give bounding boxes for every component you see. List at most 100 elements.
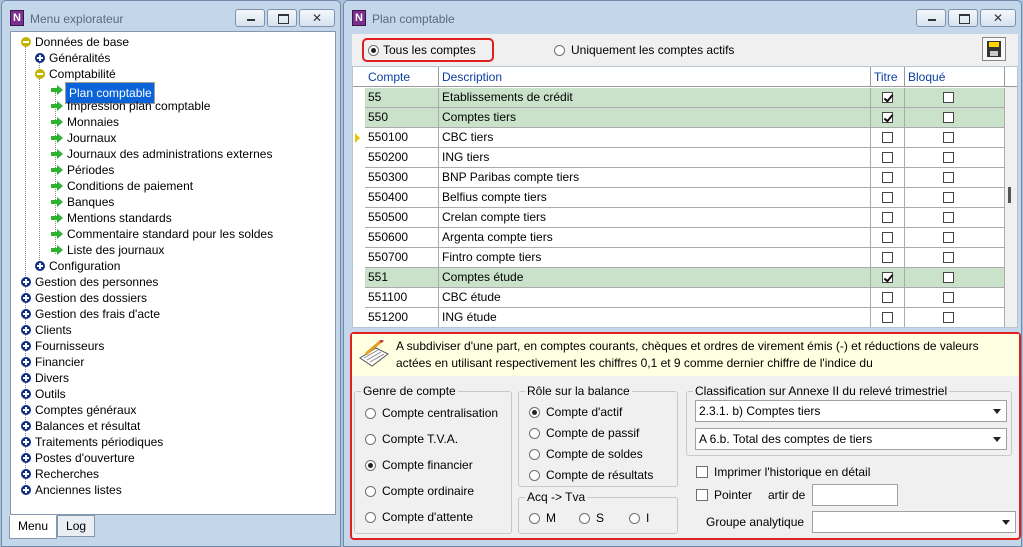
tree-item[interactable]: Comptabilité — [11, 66, 331, 82]
role-option[interactable]: Compte d'actif — [529, 404, 622, 420]
genre-option[interactable]: Compte T.V.A. — [365, 431, 458, 447]
table-row[interactable]: 550100 CBC tiers — [353, 128, 1005, 148]
col-titre-header[interactable]: Titre — [871, 67, 905, 87]
titre-checkbox[interactable] — [882, 312, 893, 323]
tree-item[interactable]: Financier — [11, 354, 331, 370]
plan-comptable-titlebar[interactable]: N Plan comptable ✕ — [344, 1, 1021, 35]
expand-icon[interactable] — [21, 469, 31, 479]
expand-icon[interactable] — [21, 373, 31, 383]
collapse-icon[interactable] — [21, 37, 31, 47]
tree-item[interactable]: Journaux des administrations externes — [11, 146, 331, 162]
tab-log[interactable]: Log — [57, 515, 96, 537]
expand-icon[interactable] — [21, 341, 31, 351]
tree-item[interactable]: Gestion des dossiers — [11, 290, 331, 306]
collapse-icon[interactable] — [35, 69, 45, 79]
genre-option[interactable]: Compte financier — [365, 457, 473, 473]
titre-checkbox[interactable] — [882, 172, 893, 183]
bloque-checkbox[interactable] — [943, 152, 954, 163]
pointer-date-input[interactable] — [812, 484, 898, 506]
titre-checkbox[interactable] — [882, 232, 893, 243]
bloque-checkbox[interactable] — [943, 92, 954, 103]
tree-item[interactable]: Monnaies — [11, 114, 331, 130]
tree-item[interactable]: Configuration — [11, 258, 331, 274]
tree-item[interactable]: Fournisseurs — [11, 338, 331, 354]
menu-explorer-titlebar[interactable]: N Menu explorateur ✕ — [2, 1, 340, 35]
filter-active-radio[interactable]: Uniquement les comptes actifs — [554, 42, 734, 58]
expand-icon[interactable] — [35, 261, 45, 271]
bloque-checkbox[interactable] — [943, 112, 954, 123]
acq-tva-option[interactable]: S — [579, 510, 604, 526]
role-option[interactable]: Compte de soldes — [529, 446, 643, 462]
tree-item[interactable]: Généralités — [11, 50, 331, 66]
titre-checkbox[interactable] — [882, 212, 893, 223]
minimize-icon[interactable] — [235, 9, 265, 27]
bloque-checkbox[interactable] — [943, 312, 954, 323]
pointer-checkbox[interactable] — [696, 489, 708, 501]
classification-select-2[interactable]: A 6.b. Total des comptes de tiers — [695, 428, 1007, 450]
titre-checkbox[interactable] — [882, 132, 893, 143]
save-icon[interactable] — [982, 37, 1006, 61]
chevron-down-icon[interactable] — [989, 401, 1006, 421]
tree-item[interactable]: Périodes — [11, 162, 331, 178]
tree-item[interactable]: Outils — [11, 386, 331, 402]
col-description-header[interactable]: Description — [439, 67, 871, 87]
scroll-thumb[interactable] — [1008, 187, 1011, 203]
tree-item[interactable]: Balances et résultat — [11, 418, 331, 434]
titre-checkbox[interactable] — [882, 92, 893, 103]
maximize-icon[interactable] — [948, 9, 978, 27]
expand-icon[interactable] — [21, 389, 31, 399]
tree-item[interactable]: Liste des journaux — [11, 242, 331, 258]
tree-item[interactable]: Données de base — [11, 34, 331, 50]
tree-item[interactable]: Conditions de paiement — [11, 178, 331, 194]
expand-icon[interactable] — [21, 437, 31, 447]
genre-option[interactable]: Compte centralisation — [365, 405, 498, 421]
bloque-checkbox[interactable] — [943, 212, 954, 223]
col-compte-header[interactable]: Compte — [365, 67, 439, 87]
titre-checkbox[interactable] — [882, 192, 893, 203]
bloque-checkbox[interactable] — [943, 232, 954, 243]
titre-checkbox[interactable] — [882, 252, 893, 263]
expand-icon[interactable] — [21, 325, 31, 335]
expand-icon[interactable] — [35, 53, 45, 63]
expand-icon[interactable] — [21, 309, 31, 319]
tree-item[interactable]: Anciennes listes — [11, 482, 331, 498]
tree-item[interactable]: Divers — [11, 370, 331, 386]
chevron-down-icon[interactable] — [989, 429, 1006, 449]
bloque-checkbox[interactable] — [943, 252, 954, 263]
acq-tva-option[interactable]: M — [529, 510, 556, 526]
bloque-checkbox[interactable] — [943, 272, 954, 283]
table-row[interactable]: 550600 Argenta compte tiers — [353, 228, 1005, 248]
tree-item[interactable]: Mentions standards — [11, 210, 331, 226]
bloque-checkbox[interactable] — [943, 292, 954, 303]
tree-item[interactable]: Impression plan comptable — [11, 98, 331, 114]
table-row[interactable]: 551200 ING étude — [353, 308, 1005, 327]
expand-icon[interactable] — [21, 357, 31, 367]
table-row[interactable]: 55 Etablissements de crédit — [353, 88, 1005, 108]
tree-item[interactable]: Clients — [11, 322, 331, 338]
chevron-down-icon[interactable] — [998, 512, 1015, 532]
tree-item[interactable]: Recherches — [11, 466, 331, 482]
titre-checkbox[interactable] — [882, 272, 893, 283]
tab-menu[interactable]: Menu — [9, 515, 58, 539]
genre-option[interactable]: Compte ordinaire — [365, 483, 474, 499]
tree-item[interactable]: Journaux — [11, 130, 331, 146]
close-icon[interactable]: ✕ — [299, 9, 335, 27]
classification-select-1[interactable]: 2.3.1. b) Comptes tiers — [695, 400, 1007, 422]
tree-item[interactable]: Banques — [11, 194, 331, 210]
table-row[interactable]: 550200 ING tiers — [353, 148, 1005, 168]
filter-all-radio[interactable]: Tous les comptes — [368, 42, 476, 58]
grid-scrollbar[interactable] — [1005, 87, 1017, 327]
table-row[interactable]: 550700 Fintro compte tiers — [353, 248, 1005, 268]
tree-item[interactable]: Commentaire standard pour les soldes — [11, 226, 331, 242]
tree-item[interactable]: Postes d'ouverture — [11, 450, 331, 466]
table-row[interactable]: 550 Comptes tiers — [353, 108, 1005, 128]
titre-checkbox[interactable] — [882, 292, 893, 303]
table-row[interactable]: 550400 Belfius compte tiers — [353, 188, 1005, 208]
tree-item[interactable]: Gestion des personnes — [11, 274, 331, 290]
acq-tva-option[interactable]: I — [629, 510, 649, 526]
groupe-select[interactable] — [812, 511, 1016, 533]
expand-icon[interactable] — [21, 277, 31, 287]
tree-item[interactable]: Traitements périodiques — [11, 434, 331, 450]
bloque-checkbox[interactable] — [943, 172, 954, 183]
genre-option[interactable]: Compte d'attente — [365, 509, 473, 525]
